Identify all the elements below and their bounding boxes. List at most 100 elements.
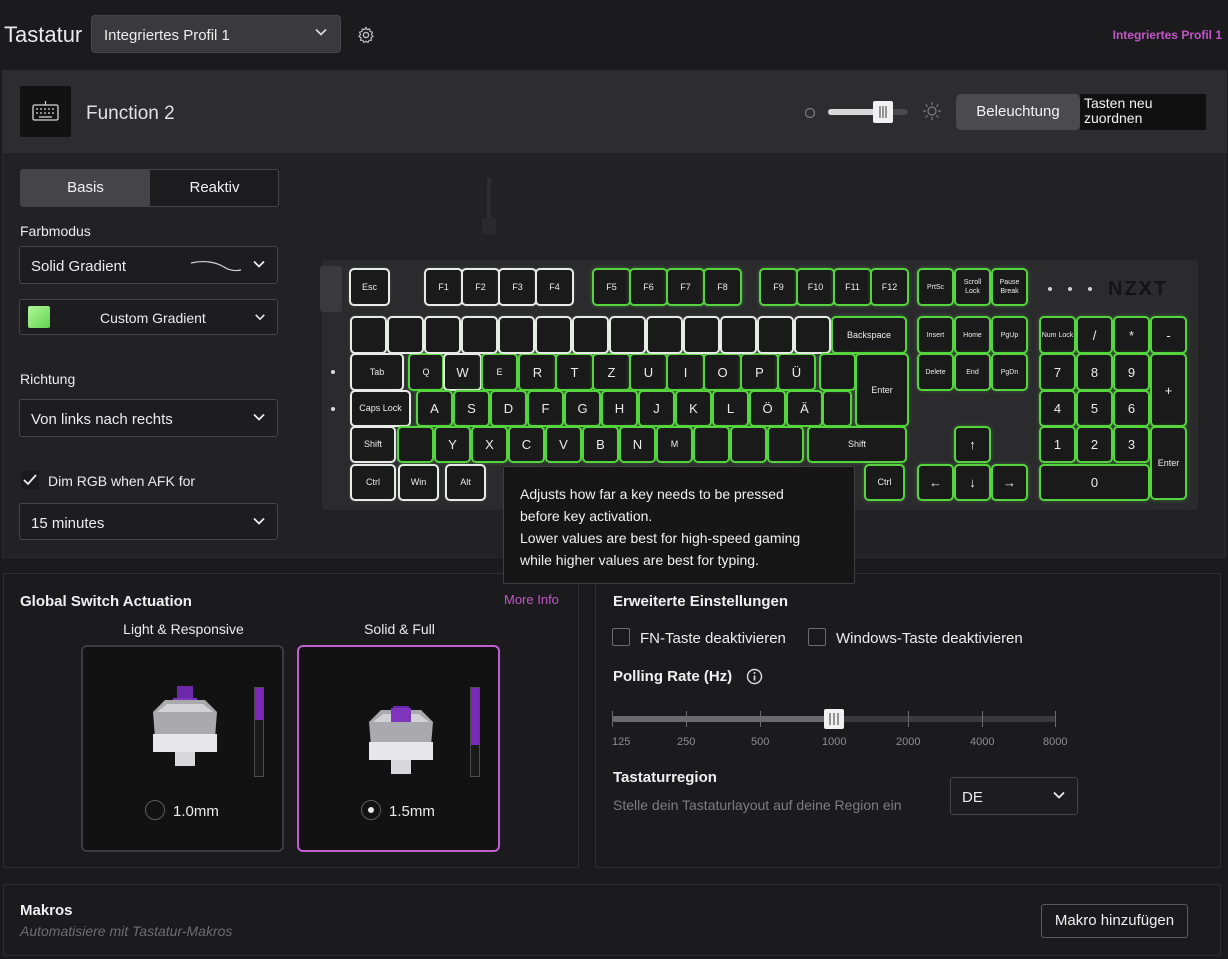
keyboard-key[interactable]: F4: [537, 270, 572, 304]
polling-option[interactable]: 500: [751, 736, 769, 748]
keyboard-key[interactable]: F11: [835, 270, 870, 304]
keyboard-key[interactable]: [769, 428, 802, 461]
keyboard-key[interactable]: +: [1152, 355, 1185, 425]
keyboard-key[interactable]: 2: [1078, 428, 1111, 461]
keyboard-key[interactable]: U: [631, 355, 666, 389]
keyboard-key[interactable]: /: [1078, 318, 1111, 352]
keyboard-key[interactable]: 4: [1041, 392, 1074, 425]
keyboard-key[interactable]: K: [677, 392, 710, 425]
add-macro-button[interactable]: Makro hinzufügen: [1041, 904, 1188, 938]
keyboard-key[interactable]: F10: [798, 270, 833, 304]
keyboard-key[interactable]: [695, 428, 728, 461]
radio-solid[interactable]: [361, 800, 381, 820]
tab-basis[interactable]: Basis: [21, 170, 150, 206]
keyboard-key[interactable]: Shift: [352, 428, 394, 461]
keyboard-key[interactable]: Backspace: [833, 318, 905, 352]
remap-keys-button[interactable]: Tasten neu zuordnen: [1080, 94, 1206, 130]
keyboard-key[interactable]: Ctrl: [352, 466, 394, 499]
keyboard-key[interactable]: [537, 318, 570, 352]
keyboard-key[interactable]: N: [621, 428, 654, 461]
keyboard-key[interactable]: Win: [400, 466, 437, 499]
keyboard-key[interactable]: 1: [1041, 428, 1074, 461]
direction-dropdown[interactable]: Von links nach rechts: [19, 399, 278, 437]
keyboard-key[interactable]: F6: [631, 270, 666, 304]
fn-key-checkbox[interactable]: [612, 628, 630, 646]
keyboard-key[interactable]: Caps Lock: [352, 392, 409, 425]
keyboard-key[interactable]: F8: [705, 270, 740, 304]
keyboard-key[interactable]: *: [1115, 318, 1148, 352]
keyboard-key[interactable]: Num Lock: [1041, 318, 1074, 352]
keyboard-key[interactable]: [821, 355, 854, 389]
keyboard-key[interactable]: Delete: [919, 355, 952, 389]
keyboard-key[interactable]: Tab: [352, 355, 402, 389]
keyboard-key[interactable]: Esc: [351, 270, 388, 304]
polling-rate-thumb[interactable]: [824, 709, 844, 729]
keyboard-key[interactable]: F12: [872, 270, 907, 304]
keyboard-key[interactable]: 5: [1078, 392, 1111, 425]
keyboard-key[interactable]: [389, 318, 422, 352]
color-mode-dropdown[interactable]: Solid Gradient: [19, 246, 278, 284]
keyboard-key[interactable]: F2: [463, 270, 498, 304]
keyboard-key[interactable]: S: [455, 392, 488, 425]
keyboard-key[interactable]: O: [705, 355, 740, 389]
keyboard-key[interactable]: [824, 392, 850, 425]
keyboard-key[interactable]: Ctrl: [866, 466, 903, 499]
keyboard-key[interactable]: H: [603, 392, 636, 425]
keyboard-key[interactable]: Q: [410, 355, 442, 389]
region-dropdown[interactable]: DE: [950, 777, 1078, 815]
keyboard-key[interactable]: Enter: [1152, 428, 1185, 498]
keyboard-key[interactable]: Home: [956, 318, 989, 352]
keyboard-key[interactable]: [463, 318, 496, 352]
keyboard-key[interactable]: Scroll Lock: [956, 270, 989, 304]
keyboard-key[interactable]: F3: [500, 270, 535, 304]
switch-option-light[interactable]: 1.0mm: [81, 645, 284, 852]
keyboard-key[interactable]: ←: [919, 466, 952, 499]
windows-key-checkbox[interactable]: [808, 628, 826, 646]
dim-rgb-checkbox[interactable]: [21, 471, 39, 489]
keyboard-key[interactable]: E: [483, 355, 516, 389]
keyboard-key[interactable]: →: [993, 466, 1026, 499]
polling-option[interactable]: 8000: [1043, 736, 1067, 748]
keyboard-key[interactable]: C: [510, 428, 543, 461]
keyboard-key[interactable]: L: [714, 392, 747, 425]
keyboard-key[interactable]: 9: [1115, 355, 1148, 389]
keyboard-key[interactable]: F: [529, 392, 562, 425]
polling-option[interactable]: 125: [612, 736, 630, 748]
tab-reaktiv[interactable]: Reaktiv: [150, 170, 279, 206]
keyboard-key[interactable]: Alt: [447, 466, 484, 499]
keyboard-key[interactable]: [399, 428, 432, 461]
keyboard-key[interactable]: W: [445, 355, 480, 389]
keyboard-key[interactable]: End: [956, 355, 989, 389]
keyboard-key[interactable]: F9: [761, 270, 796, 304]
keyboard-key[interactable]: Insert: [919, 318, 952, 352]
keyboard-key[interactable]: [500, 318, 533, 352]
keyboard-key[interactable]: PrtSc: [919, 270, 952, 304]
polling-option[interactable]: 2000: [896, 736, 920, 748]
keyboard-key[interactable]: M: [658, 428, 691, 461]
keyboard-key[interactable]: G: [566, 392, 599, 425]
keyboard-key[interactable]: V: [547, 428, 580, 461]
keyboard-key[interactable]: 8: [1078, 355, 1111, 389]
keyboard-key[interactable]: Ö: [751, 392, 784, 425]
keyboard-key[interactable]: ↑: [956, 428, 989, 461]
keyboard-key[interactable]: -: [1152, 318, 1185, 352]
keyboard-key[interactable]: 6: [1115, 392, 1148, 425]
keyboard-key[interactable]: T: [557, 355, 592, 389]
keyboard-key[interactable]: I: [668, 355, 703, 389]
profile-dropdown[interactable]: Integriertes Profil 1: [91, 15, 341, 53]
keyboard-key[interactable]: Ä: [788, 392, 821, 425]
keyboard-key[interactable]: 3: [1115, 428, 1148, 461]
more-info-link[interactable]: More Info: [504, 592, 559, 607]
keyboard-key[interactable]: F1: [426, 270, 461, 304]
keyboard-key[interactable]: ↓: [956, 466, 989, 499]
polling-option[interactable]: 4000: [970, 736, 994, 748]
gear-icon[interactable]: [357, 26, 375, 49]
polling-option[interactable]: 250: [677, 736, 695, 748]
keyboard-key[interactable]: [732, 428, 765, 461]
keyboard-key[interactable]: [611, 318, 644, 352]
keyboard-key[interactable]: Z: [594, 355, 629, 389]
keyboard-key[interactable]: [685, 318, 718, 352]
brightness-slider-thumb[interactable]: [873, 101, 893, 123]
keyboard-key[interactable]: X: [473, 428, 506, 461]
keyboard-key[interactable]: Ü: [779, 355, 814, 389]
